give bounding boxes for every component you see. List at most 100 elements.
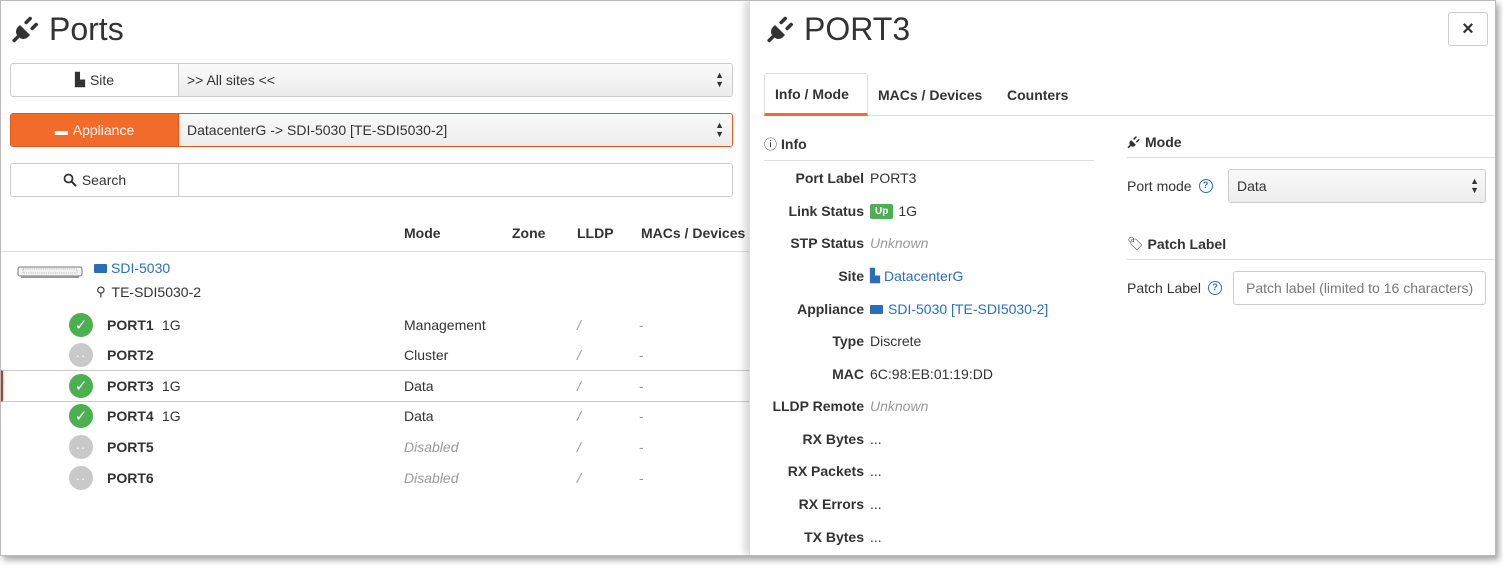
device-location-text: TE-SDI5030-2 [111, 284, 202, 300]
help-icon[interactable]: ? [1207, 281, 1222, 295]
appliance-link[interactable]: SDI-5030 [TE-SDI5030-2] [870, 301, 1048, 317]
detail-page-title: PORT3 [804, 10, 911, 47]
info-value: Unknown [870, 398, 929, 414]
info-row-port-label: Port Label PORT3 [750, 170, 1100, 190]
column-mode[interactable]: Mode [404, 225, 441, 241]
column-lldp[interactable]: LLDP [577, 225, 614, 241]
table-row-port1[interactable]: ✓ PORT1 1G Management / - [1, 310, 749, 340]
device-link[interactable]: SDI-5030 [94, 260, 170, 276]
help-icon[interactable]: ? [1198, 179, 1213, 193]
info-heading-text: Info [781, 135, 807, 152]
close-icon: × [1462, 17, 1474, 40]
table-row-port6[interactable]: ·· PORT6 Disabled / - [1, 463, 749, 493]
port-name: PORT1 [107, 317, 154, 333]
port-lldp: / [577, 439, 581, 455]
site-link-text: DatacenterG [884, 268, 964, 284]
ports-panel: Ports ▙ Site >> All sites << ▲ ▼ ▬ Applia… [1, 1, 749, 555]
port-name: PORT3 [107, 378, 154, 394]
port-mode-label-row: Port mode ? [1127, 178, 1213, 194]
site-filter-button[interactable]: ▙ Site [11, 64, 179, 96]
info-label: LLDP Remote [772, 398, 864, 414]
info-value: ... [870, 463, 882, 479]
site-link[interactable]: ▙ DatacenterG [870, 268, 963, 284]
device-entry: SDI-5030 ⚲ TE-SDI5030-2 [17, 259, 417, 309]
port-mode: Management [404, 317, 486, 333]
select-arrows-icon: ▲ ▼ [1470, 176, 1479, 195]
tab-counters[interactable]: Counters [997, 73, 1078, 116]
info-row-mac: MAC 6C:98:EB:01:19:DD [750, 366, 1100, 386]
site-filter: ▙ Site >> All sites << ▲ ▼ [10, 63, 733, 97]
table-row-port4[interactable]: ✓ PORT4 1G Data / - [1, 401, 749, 431]
port-lldp: / [577, 408, 581, 424]
info-value: Unknown [870, 235, 929, 251]
port-mode: Disabled [404, 439, 459, 455]
column-zone[interactable]: Zone [512, 225, 545, 241]
appliance-filter-button[interactable]: ▬ Appliance [11, 114, 179, 146]
port-detail-panel: PORT3 × Info / Mode MACs / Devices Count… [749, 1, 1495, 555]
port-lldp: / [577, 347, 581, 363]
info-value: ... [870, 496, 882, 512]
site-select[interactable]: >> All sites << ▲ ▼ [179, 64, 732, 96]
search-input[interactable] [179, 164, 732, 196]
tab-info-mode[interactable]: Info / Mode [764, 73, 868, 116]
port-mode: Data [404, 378, 434, 394]
info-row-site: Site ▙ DatacenterG [750, 268, 1100, 288]
info-value: ... [870, 431, 882, 447]
port-name: PORT6 [107, 470, 154, 486]
search-icon [63, 173, 77, 187]
server-icon [870, 304, 883, 314]
info-row-appliance: Appliance SDI-5030 [TE-SDI5030-2] [750, 301, 1100, 321]
column-macs-devices[interactable]: MACs / Devices [641, 225, 745, 241]
tab-label: Info / Mode [775, 85, 849, 102]
tab-label: Counters [1007, 86, 1069, 103]
port-speed: 1G [162, 408, 181, 424]
table-row-port2[interactable]: ·· PORT2 Cluster / - [1, 340, 749, 370]
appliance-select[interactable]: DatacenterG -> SDI-5030 [TE-SDI5030-2] ▲… [179, 114, 732, 146]
port-macs: - [639, 439, 644, 455]
port-mode: Disabled [404, 470, 459, 486]
page-title: Ports [49, 10, 124, 47]
info-value: 6C:98:EB:01:19:DD [870, 366, 993, 382]
close-button[interactable]: × [1448, 12, 1488, 46]
appliance-filter: ▬ Appliance DatacenterG -> SDI-5030 [TE-… [10, 113, 733, 147]
building-icon: ▙ [74, 72, 85, 87]
device-name: SDI-5030 [111, 260, 171, 276]
map-pin-icon: ⚲ [96, 284, 106, 299]
tab-label: MACs / Devices [878, 86, 983, 103]
info-label: Type [832, 333, 864, 349]
ports-table-header: Mode Zone LLDP MACs / Devices [1, 214, 749, 252]
info-label: Port Label [795, 170, 864, 186]
mode-heading: Mode [1127, 134, 1495, 158]
port-macs: - [639, 378, 644, 394]
port-speed: 1G [162, 378, 181, 394]
patch-label-input[interactable]: Patch label (limited to 16 characters) [1233, 271, 1486, 305]
table-row-port5[interactable]: ·· PORT5 Disabled / - [1, 432, 749, 462]
info-circle-icon: ⓘ [764, 137, 778, 152]
port-mode: Cluster [404, 347, 449, 363]
info-value: PORT3 [870, 170, 917, 186]
port-name: PORT5 [107, 439, 154, 455]
table-row-port3[interactable]: ✓ PORT3 1G Data / - [1, 370, 749, 402]
port-mode-value: Data [1237, 178, 1267, 194]
port-name: PORT2 [107, 347, 154, 363]
appliance-select-value: DatacenterG -> SDI-5030 [TE-SDI5030-2] [187, 122, 448, 138]
search-button[interactable]: Search [11, 164, 179, 196]
site-select-value: >> All sites << [187, 72, 275, 88]
status-check-icon: ✓ [69, 313, 93, 337]
info-row-rx-packets: RX Packets ... [750, 463, 1100, 483]
info-row-stp-status: STP Status Unknown [750, 235, 1100, 255]
info-label: STP Status [790, 235, 864, 251]
info-label: RX Bytes [802, 431, 864, 447]
device-location: ⚲ TE-SDI5030-2 [96, 284, 201, 300]
info-row-rx-bytes: RX Bytes ... [750, 431, 1100, 451]
server-icon: ▬ [54, 122, 68, 138]
tag-icon: 🏷 [1127, 236, 1144, 251]
site-filter-label: Site [89, 72, 115, 88]
plug-icon [767, 16, 793, 43]
tab-macs-devices[interactable]: MACs / Devices [868, 73, 992, 116]
patch-label-heading: 🏷 Patch Label [1127, 236, 1495, 260]
port-name: PORT4 [107, 408, 154, 424]
select-arrows-icon: ▲ ▼ [715, 120, 724, 139]
port-mode-select[interactable]: Data ▲ ▼ [1228, 169, 1486, 203]
plug-icon [1127, 136, 1140, 149]
